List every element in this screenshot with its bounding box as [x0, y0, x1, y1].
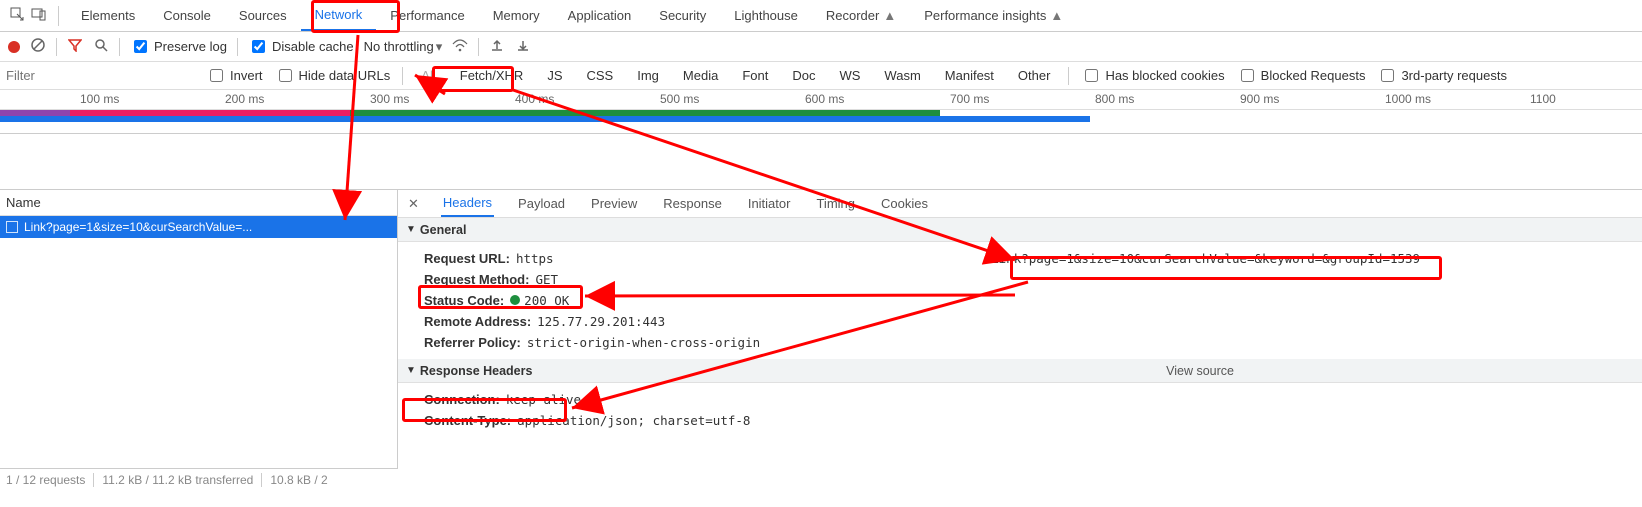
third-party-checkbox[interactable]: 3rd-party requests: [1377, 66, 1507, 85]
filter-icon[interactable]: [67, 38, 83, 55]
tab-lighthouse[interactable]: Lighthouse: [720, 0, 812, 31]
type-filter-css[interactable]: CSS: [581, 67, 620, 84]
disable-cache-checkbox[interactable]: Disable cache: [248, 37, 354, 56]
tab-memory[interactable]: Memory: [479, 0, 554, 31]
type-filter-font[interactable]: Font: [736, 67, 774, 84]
ruler-tick: 400 ms: [515, 92, 554, 106]
type-filter-img[interactable]: Img: [631, 67, 665, 84]
hide-data-urls-checkbox[interactable]: Hide data URLs: [275, 66, 391, 85]
tab-sources[interactable]: Sources: [225, 0, 301, 31]
main-tab-bar: Elements Console Sources Network Perform…: [0, 0, 1642, 32]
invert-checkbox[interactable]: Invert: [206, 66, 263, 85]
request-name: Link?page=1&size=10&curSearchValue=...: [24, 220, 252, 234]
ruler-tick: 1100: [1530, 92, 1556, 106]
type-filter-doc[interactable]: Doc: [786, 67, 821, 84]
network-conditions-icon[interactable]: [452, 38, 468, 55]
tab-console[interactable]: Console: [149, 0, 225, 31]
beta-icon: ▲: [883, 8, 896, 23]
ruler-tick: 200 ms: [225, 92, 264, 106]
timeline-overview[interactable]: [0, 110, 1642, 134]
filter-bar: Invert Hide data URLs All Fetch/XHR JS C…: [0, 62, 1642, 90]
tab-elements[interactable]: Elements: [67, 0, 149, 31]
status-transferred: 11.2 kB / 11.2 kB transferred: [102, 473, 253, 487]
ruler-tick: 100 ms: [80, 92, 119, 106]
detail-tab-response[interactable]: Response: [661, 190, 724, 217]
detail-tab-payload[interactable]: Payload: [516, 190, 567, 217]
status-ok-icon: [510, 295, 520, 305]
type-filter-all[interactable]: All: [415, 67, 441, 84]
blocked-cookies-checkbox[interactable]: Has blocked cookies: [1081, 66, 1224, 85]
type-filter-js[interactable]: JS: [541, 67, 568, 84]
status-bar: 1 / 12 requests 11.2 kB / 11.2 kB transf…: [0, 468, 398, 490]
status-resources: 10.8 kB / 2: [270, 473, 327, 487]
status-requests: 1 / 12 requests: [6, 473, 85, 487]
chevron-down-icon: ▼: [406, 365, 416, 376]
general-section-header[interactable]: ▼ General: [398, 218, 1642, 242]
filter-input[interactable]: [4, 67, 194, 84]
close-icon[interactable]: ✕: [408, 196, 419, 212]
type-filter-other[interactable]: Other: [1012, 67, 1057, 84]
tab-performance[interactable]: Performance: [376, 0, 478, 31]
ruler-tick: 1000 ms: [1385, 92, 1431, 106]
ruler-tick: 700 ms: [950, 92, 989, 106]
request-details: ✕ Headers Payload Preview Response Initi…: [398, 190, 1642, 490]
throttling-select[interactable]: No throttling ▾: [364, 39, 443, 55]
ruler-tick: 900 ms: [1240, 92, 1279, 106]
type-filter-wasm[interactable]: Wasm: [878, 67, 926, 84]
detail-tab-headers[interactable]: Headers: [441, 190, 494, 217]
inspect-icon[interactable]: [6, 6, 28, 25]
preserve-log-checkbox[interactable]: Preserve log: [130, 37, 227, 56]
tab-recorder[interactable]: Recorder▲: [812, 0, 910, 31]
tab-perf-insights[interactable]: Performance insights▲: [910, 0, 1077, 31]
request-url-row: Request URL: https:Link?page=1&size=10&c…: [424, 248, 1642, 269]
request-method-row: Request Method: GET: [424, 269, 1642, 290]
type-filter-ws[interactable]: WS: [833, 67, 866, 84]
detail-tab-initiator[interactable]: Initiator: [746, 190, 793, 217]
requests-list: Name Link?page=1&size=10&curSearchValue=…: [0, 190, 398, 490]
clear-icon[interactable]: [30, 38, 46, 55]
requests-header[interactable]: Name: [0, 190, 397, 216]
general-section: Request URL: https:Link?page=1&size=10&c…: [398, 242, 1642, 359]
type-filter-fetch-xhr[interactable]: Fetch/XHR: [454, 67, 530, 84]
device-toggle-icon[interactable]: [28, 6, 50, 25]
status-code-row: Status Code: 200 OK: [424, 290, 1642, 311]
ruler-tick: 800 ms: [1095, 92, 1134, 106]
type-filter-manifest[interactable]: Manifest: [939, 67, 1000, 84]
overview-segment: [0, 116, 1090, 122]
remote-address-row: Remote Address: 125.77.29.201:443: [424, 311, 1642, 332]
request-row[interactable]: Link?page=1&size=10&curSearchValue=...: [0, 216, 397, 238]
beta-icon: ▲: [1050, 8, 1063, 23]
referrer-policy-row: Referrer Policy: strict-origin-when-cros…: [424, 332, 1642, 353]
detail-tab-timing[interactable]: Timing: [814, 190, 857, 217]
content-type-row: Content-Type: application/json; charset=…: [424, 410, 1642, 431]
chevron-down-icon: ▾: [436, 39, 443, 55]
ruler-tick: 500 ms: [660, 92, 699, 106]
blocked-requests-checkbox[interactable]: Blocked Requests: [1237, 66, 1366, 85]
download-har-icon[interactable]: [515, 38, 531, 55]
detail-tab-cookies[interactable]: Cookies: [879, 190, 930, 217]
tab-application[interactable]: Application: [554, 0, 646, 31]
file-icon: [6, 221, 18, 233]
network-toolbar: Preserve log Disable cache No throttling…: [0, 32, 1642, 62]
chevron-down-icon: ▼: [406, 224, 416, 235]
tab-network[interactable]: Network: [301, 0, 377, 31]
response-headers-section-header[interactable]: ▼ Response Headers View source: [398, 359, 1642, 383]
ruler-tick: 300 ms: [370, 92, 409, 106]
ruler-tick: 600 ms: [805, 92, 844, 106]
upload-har-icon[interactable]: [489, 38, 505, 55]
view-source-link[interactable]: View source: [1166, 364, 1234, 378]
search-icon[interactable]: [93, 38, 109, 55]
detail-tab-preview[interactable]: Preview: [589, 190, 639, 217]
tab-security[interactable]: Security: [645, 0, 720, 31]
timeline-ruler[interactable]: 100 ms 200 ms 300 ms 400 ms 500 ms 600 m…: [0, 90, 1642, 110]
timeline-detail[interactable]: [0, 134, 1642, 190]
connection-row: Connection: keep-alive: [424, 389, 1642, 410]
response-headers-section: Connection: keep-alive Content-Type: app…: [398, 383, 1642, 437]
type-filter-media[interactable]: Media: [677, 67, 724, 84]
detail-tab-bar: ✕ Headers Payload Preview Response Initi…: [398, 190, 1642, 218]
record-button[interactable]: [8, 41, 20, 53]
network-split-pane: Name Link?page=1&size=10&curSearchValue=…: [0, 190, 1642, 490]
